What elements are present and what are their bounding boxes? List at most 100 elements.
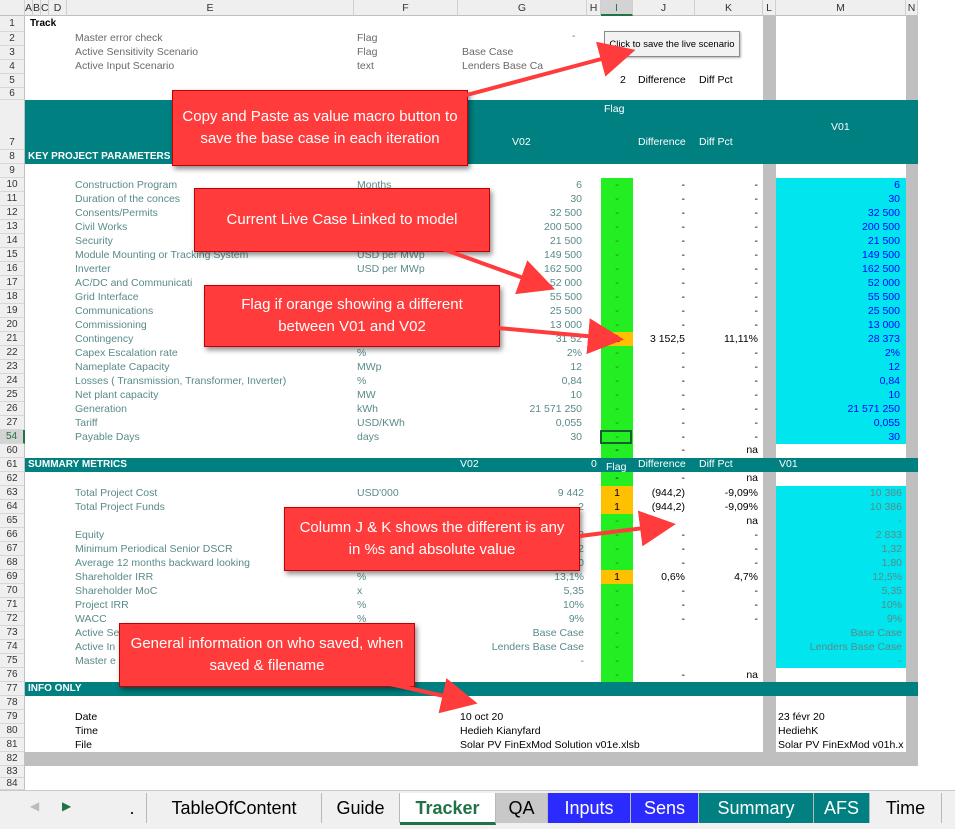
select-all-corner[interactable] — [0, 0, 25, 16]
sheet-tab-qa[interactable]: QA — [496, 793, 548, 823]
row-header-75[interactable]: 75 — [0, 654, 25, 668]
param-label: Inverter — [75, 263, 111, 275]
row-header-84[interactable]: 84 — [0, 778, 25, 790]
row-header-70[interactable]: 70 — [0, 584, 25, 598]
row-header-25[interactable]: 25 — [0, 388, 25, 402]
metric-flag: 1 — [614, 487, 620, 499]
row-header-16[interactable]: 16 — [0, 262, 25, 276]
row-header-81[interactable]: 81 — [0, 738, 25, 752]
row-header-64[interactable]: 64 — [0, 500, 25, 514]
metric-v01: 1,80 — [881, 557, 902, 569]
sheet-tab-time[interactable]: Time — [870, 793, 942, 823]
param-label: Commissioning — [75, 319, 147, 331]
column-header-b[interactable]: B — [33, 0, 41, 16]
row-header-76[interactable]: 76 — [0, 668, 25, 682]
row-header-27[interactable]: 27 — [0, 416, 25, 430]
row-header-63[interactable]: 63 — [0, 486, 25, 500]
row-header-14[interactable]: 14 — [0, 234, 25, 248]
row-header-73[interactable]: 73 — [0, 626, 25, 640]
row-header-4[interactable]: 4 — [0, 60, 25, 74]
row-header-1[interactable]: 1 — [0, 16, 25, 32]
row5-diff-pct: Diff Pct — [699, 74, 733, 86]
row-header-21[interactable]: 21 — [0, 332, 25, 346]
column-header-k[interactable]: K — [695, 0, 763, 16]
sheet-tab-tracker[interactable]: Tracker — [400, 793, 496, 825]
column-header-n[interactable]: N — [906, 0, 918, 16]
row-header-69[interactable]: 69 — [0, 570, 25, 584]
sheet-tab-summary[interactable]: Summary — [699, 793, 814, 823]
row-header-71[interactable]: 71 — [0, 598, 25, 612]
row-header-7[interactable]: 7 — [0, 100, 25, 150]
param-diff: - — [681, 375, 686, 387]
column-header-l[interactable]: L — [763, 0, 776, 16]
column-header-f[interactable]: F — [354, 0, 458, 16]
row-header-6[interactable]: 6 — [0, 88, 25, 100]
sheet-tab-afs[interactable]: AFS — [814, 793, 870, 823]
sheet-tab-tableofcontent[interactable]: TableOfContent — [147, 793, 322, 823]
row-header-22[interactable]: 22 — [0, 346, 25, 360]
param-v01: 0,055 — [873, 417, 900, 429]
param-v01: 28 373 — [867, 333, 900, 345]
sheet-tab-inputs[interactable]: Inputs — [548, 793, 631, 823]
row-header-67[interactable]: 67 — [0, 542, 25, 556]
scroll-tabs-right-icon[interactable]: ▶ — [62, 799, 71, 813]
row-header-19[interactable]: 19 — [0, 304, 25, 318]
param-diff-pct: - — [754, 249, 759, 261]
row-header-12[interactable]: 12 — [0, 206, 25, 220]
sheet-tab-guide[interactable]: Guide — [322, 793, 400, 823]
row-header-23[interactable]: 23 — [0, 360, 25, 374]
info-v02: Hedieh Kianyfard — [460, 725, 541, 737]
row-header-82[interactable]: 82 — [0, 752, 25, 766]
save-live-scenario-button[interactable]: Click to save the live scenario — [604, 31, 740, 57]
row-header-61[interactable]: 61 — [0, 458, 25, 472]
scroll-tabs-left-icon[interactable]: ◀ — [30, 799, 39, 813]
metric-flag: - — [615, 655, 619, 667]
column-header-d[interactable]: D — [49, 0, 67, 16]
row-header-74[interactable]: 74 — [0, 640, 25, 654]
row-header-60[interactable]: 60 — [0, 444, 25, 458]
column-header-c[interactable]: C — [41, 0, 49, 16]
row-header-26[interactable]: 26 — [0, 402, 25, 416]
row-header-20[interactable]: 20 — [0, 318, 25, 332]
row-header-80[interactable]: 80 — [0, 724, 25, 738]
row-header-65[interactable]: 65 — [0, 514, 25, 528]
param-v01: 162 500 — [862, 263, 900, 275]
column-header-h[interactable]: H — [587, 0, 601, 16]
sheet-tab-[interactable]: . — [118, 793, 147, 823]
row-header-9[interactable]: 9 — [0, 164, 25, 178]
row-header-79[interactable]: 79 — [0, 710, 25, 724]
column-header-a[interactable]: A — [25, 0, 33, 16]
row-header-62[interactable]: 62 — [0, 472, 25, 486]
row-header-54[interactable]: 54 — [0, 430, 25, 444]
row-header-68[interactable]: 68 — [0, 556, 25, 570]
row-header-15[interactable]: 15 — [0, 248, 25, 262]
row-header-83[interactable]: 83 — [0, 766, 25, 778]
row-header-17[interactable]: 17 — [0, 276, 25, 290]
row-header-78[interactable]: 78 — [0, 696, 25, 710]
row-header-18[interactable]: 18 — [0, 290, 25, 304]
row-header-2[interactable]: 2 — [0, 32, 25, 46]
row-header-3[interactable]: 3 — [0, 46, 25, 60]
row-header-10[interactable]: 10 — [0, 178, 25, 192]
row-header-24[interactable]: 24 — [0, 374, 25, 388]
row-header-8[interactable]: 8 — [0, 150, 25, 164]
row-header-77[interactable]: 77 — [0, 682, 25, 696]
column-header-m[interactable]: M — [776, 0, 906, 16]
row-header-13[interactable]: 13 — [0, 220, 25, 234]
param-v01: 2% — [884, 347, 900, 359]
column-header-e[interactable]: E — [67, 0, 354, 16]
metric-v01: 10 386 — [869, 501, 902, 513]
param-diff-pct: - — [754, 235, 759, 247]
metric-diff: - — [681, 669, 686, 681]
metric-diff-pct: - — [754, 557, 759, 569]
row-header-72[interactable]: 72 — [0, 612, 25, 626]
info-v01: 23 févr 20 — [778, 711, 825, 723]
param-diff-pct: 11,11% — [723, 333, 758, 345]
column-header-i[interactable]: I — [601, 0, 633, 16]
row-header-66[interactable]: 66 — [0, 528, 25, 542]
column-header-g[interactable]: G — [458, 0, 587, 16]
column-header-j[interactable]: J — [633, 0, 695, 16]
row-header-11[interactable]: 11 — [0, 192, 25, 206]
row-header-5[interactable]: 5 — [0, 74, 25, 88]
sheet-tab-sens[interactable]: Sens — [631, 793, 699, 823]
